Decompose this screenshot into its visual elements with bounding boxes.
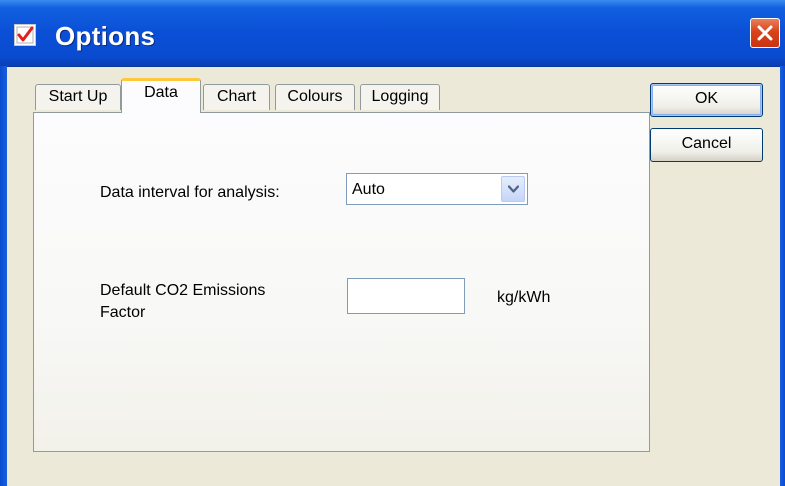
cancel-button-label: Cancel <box>681 135 732 152</box>
title-bar[interactable]: Options <box>0 0 785 67</box>
data-interval-value: Auto <box>352 181 385 198</box>
data-interval-select[interactable]: Auto <box>346 173 528 205</box>
window-title: Options <box>55 21 156 51</box>
tab-label: Data <box>144 84 178 101</box>
tab-start-up[interactable]: Start Up <box>35 84 121 110</box>
co2-factor-input[interactable] <box>347 278 465 314</box>
options-app-icon <box>14 24 36 46</box>
data-interval-dropdown-button[interactable] <box>501 176 525 202</box>
co2-factor-label-line1: Default CO2 Emissions <box>100 282 266 299</box>
tab-chart[interactable]: Chart <box>203 84 270 110</box>
ok-button-label: OK <box>694 90 719 107</box>
tab-label: Colours <box>287 88 343 105</box>
chevron-down-icon <box>508 185 519 193</box>
co2-unit-label: kg/kWh <box>497 289 551 306</box>
ok-button[interactable]: OK <box>650 83 763 117</box>
tab-colours[interactable]: Colours <box>275 84 355 110</box>
window-frame-left <box>0 66 7 486</box>
tab-logging[interactable]: Logging <box>360 84 440 110</box>
tab-label: Logging <box>371 88 429 105</box>
window-frame-right <box>780 66 785 486</box>
tab-data[interactable]: Data <box>121 78 201 113</box>
tab-label: Chart <box>216 88 257 105</box>
co2-factor-label-line2: Factor <box>100 304 146 321</box>
options-dialog: Options Start Up Data Chart Colours Logg… <box>0 0 785 486</box>
close-button[interactable] <box>750 18 780 48</box>
tab-label: Start Up <box>48 88 108 105</box>
data-interval-label: Data interval for analysis: <box>100 184 280 201</box>
close-icon <box>757 25 773 41</box>
cancel-button[interactable]: Cancel <box>650 128 763 162</box>
